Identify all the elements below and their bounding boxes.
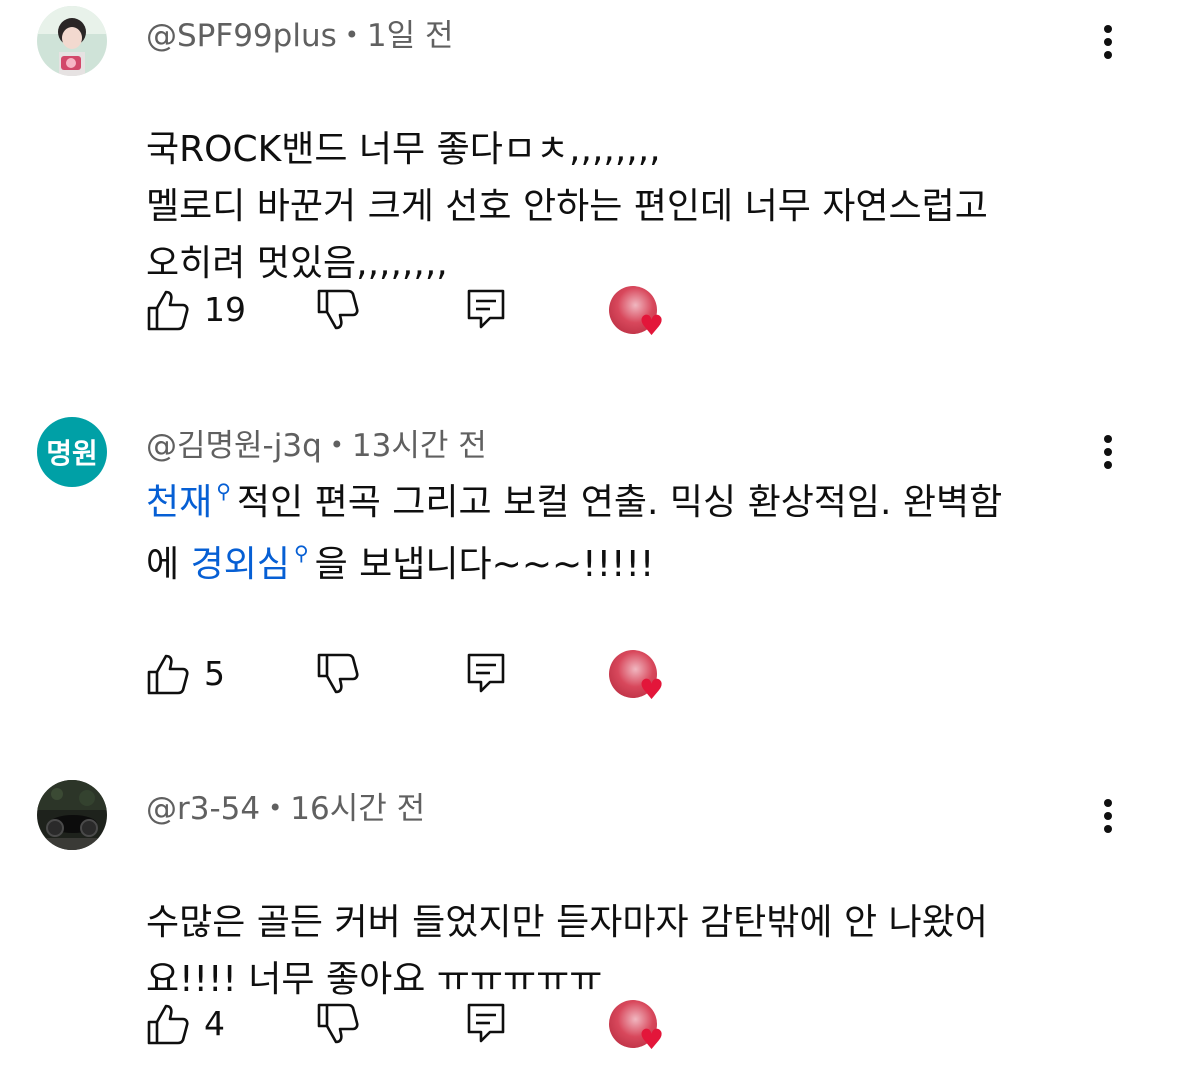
hashtag-link[interactable]: 경외심 (191, 544, 290, 585)
like-count: 19 (204, 290, 246, 329)
reply-comment-icon (467, 289, 505, 329)
dislike-button[interactable] (316, 1002, 360, 1048)
reply-comment-icon (467, 1003, 505, 1043)
comment-text-segment: 을 보냅니다~~~!!!!! (314, 544, 655, 585)
avatar-initials: 명원 (46, 437, 98, 470)
avatar[interactable] (37, 6, 107, 76)
avatar-photo (37, 780, 107, 850)
avatar-photo (37, 6, 107, 76)
comment-header: @SPF99plus • 1일 전 (146, 10, 454, 55)
dislike-button[interactable] (316, 652, 360, 698)
reply-button[interactable] (466, 652, 506, 698)
avatar[interactable]: 명원 (37, 417, 107, 487)
comment-time: 16시간 전 (290, 791, 426, 827)
like-button[interactable] (146, 652, 190, 698)
author-name[interactable]: @r3-54 (146, 791, 260, 827)
dislike-button[interactable] (316, 288, 360, 334)
thumbs-up-icon (147, 1004, 189, 1045)
creator-heart-badge: ♥ (609, 286, 664, 340)
heart-icon: ♥ (639, 1023, 665, 1056)
like-button[interactable] (146, 288, 190, 334)
separator-dot: • (268, 794, 283, 822)
like-count: 5 (204, 654, 225, 693)
like-count: 4 (204, 1004, 225, 1043)
more-vert-icon[interactable] (1090, 430, 1124, 474)
thumbs-up-icon (147, 290, 189, 331)
heart-icon: ♥ (639, 309, 665, 342)
comment-time: 1일 전 (366, 18, 454, 54)
thumbs-down-icon (317, 289, 359, 330)
comment-text: 국ROCK밴드 너무 좋다ㅁㅊ,,,,,,,, 멜로디 바꾼거 크게 선호 안하… (146, 64, 1136, 292)
reply-comment-icon (467, 653, 505, 693)
like-button[interactable] (146, 1002, 190, 1048)
comment-header: @김명원-j3q • 13시간 전 (146, 420, 487, 465)
comment-time: 13시간 전 (351, 428, 487, 464)
more-vert-icon[interactable] (1090, 794, 1124, 838)
more-vert-icon[interactable] (1090, 20, 1124, 64)
thumbs-down-icon (317, 653, 359, 694)
comment-text: 천재 ⚲ 적인 편곡 그리고 보컬 연출. 믹싱 환상적임. 완벽함 에 경외심 ⚲ 을… (146, 474, 1136, 598)
creator-heart-badge: ♥ (609, 1000, 664, 1054)
reply-button[interactable] (466, 1002, 506, 1048)
thumbs-down-icon (317, 1003, 359, 1044)
author-name[interactable]: @SPF99plus (146, 18, 337, 54)
separator-dot: • (344, 21, 359, 49)
heart-icon: ♥ (639, 673, 665, 706)
creator-heart-badge: ♥ (609, 650, 664, 704)
hashtag-link[interactable]: 천재 (146, 482, 212, 523)
search-tag-icon[interactable]: ⚲ (216, 479, 231, 503)
reply-button[interactable] (466, 288, 506, 334)
search-tag-icon[interactable]: ⚲ (294, 541, 309, 565)
thumbs-up-icon (147, 654, 189, 695)
comment-text-segment: 수많은 골든 커버 들었지만 듣자마자 감탄밖에 안 나왔어 요!!!! 너무 … (146, 902, 988, 1000)
avatar[interactable] (37, 780, 107, 850)
comment-text-segment: 국ROCK밴드 너무 좋다ㅁㅊ,,,,,,,, 멜로디 바꾼거 크게 선호 안하… (146, 129, 988, 284)
comment-header: @r3-54 • 16시간 전 (146, 783, 425, 828)
separator-dot: • (329, 431, 344, 459)
comment-text: 수많은 골든 커버 들었지만 듣자마자 감탄밖에 안 나왔어 요!!!! 너무 … (146, 837, 1136, 1008)
author-name[interactable]: @김명원-j3q (146, 428, 322, 464)
